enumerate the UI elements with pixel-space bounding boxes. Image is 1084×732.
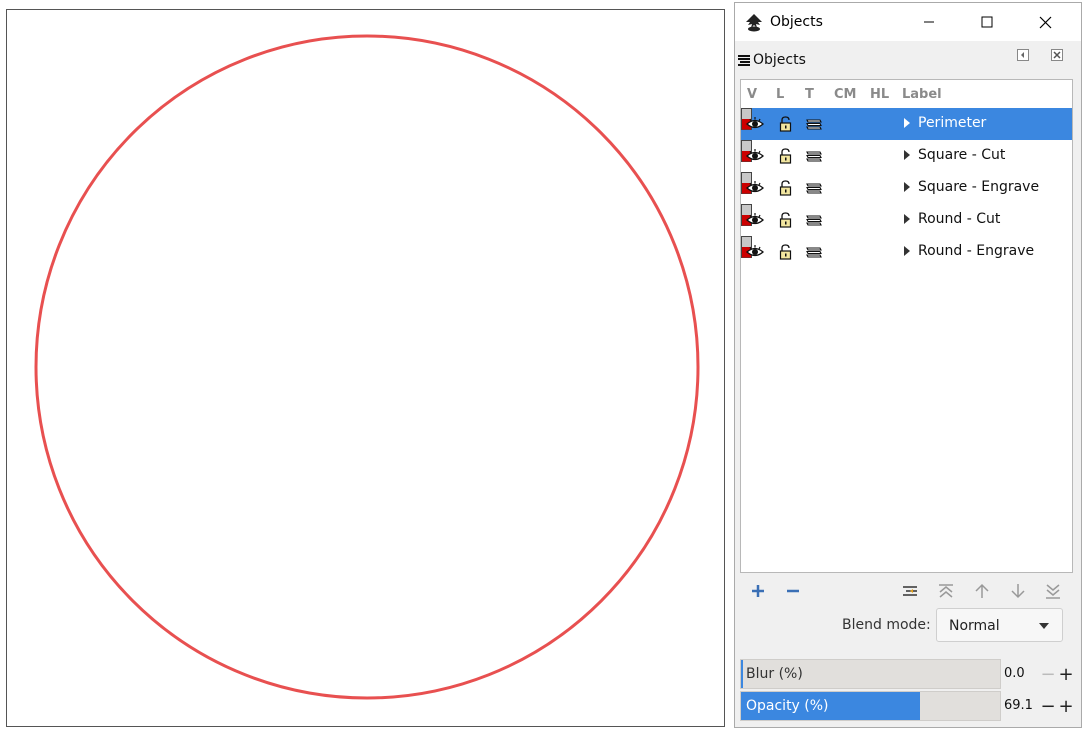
close-button[interactable] [1022, 3, 1068, 41]
blur-slider-fill [741, 660, 743, 688]
tree-row[interactable]: Round - Engrave [741, 236, 1072, 268]
remove-object-button[interactable] [782, 580, 804, 602]
maximize-icon [981, 16, 993, 28]
blend-mode-label: Blend mode: [842, 617, 931, 633]
column-visible[interactable]: V [747, 87, 757, 102]
eye-icon[interactable] [746, 180, 764, 196]
blur-row: Blur (%) 0.0 − + [740, 659, 1081, 689]
collapse-all-icon [903, 586, 917, 596]
row-label: Square - Cut [918, 147, 1006, 163]
detach-panel-icon[interactable] [1017, 49, 1029, 61]
opacity-label: Opacity (%) [746, 698, 829, 714]
window-title: Objects [770, 14, 823, 30]
add-layer-button[interactable] [747, 580, 769, 602]
unlocked-icon[interactable] [777, 148, 795, 164]
expand-arrow-icon[interactable] [903, 246, 911, 256]
panel-tab-label: Objects [753, 52, 806, 68]
eye-icon[interactable] [746, 148, 764, 164]
layer-icon [806, 215, 822, 226]
maximize-button[interactable] [964, 3, 1010, 41]
blend-mode-value: Normal [949, 618, 1000, 634]
raise-to-top-button[interactable] [935, 580, 957, 602]
row-label: Round - Cut [918, 211, 1001, 227]
lower-to-bottom-icon [1046, 584, 1060, 599]
blur-label: Blur (%) [746, 666, 803, 682]
drawing-svg[interactable] [7, 10, 726, 728]
lower-to-bottom-button[interactable] [1042, 580, 1064, 602]
plus-icon [752, 585, 764, 597]
blur-decrement-button[interactable]: − [1040, 663, 1056, 685]
tree-row[interactable]: Square - Engrave [741, 172, 1072, 204]
layer-icon [806, 151, 822, 162]
layer-icon [806, 247, 822, 258]
opacity-row: Opacity (%) 69.1 − + [740, 691, 1081, 721]
objects-tree[interactable]: V L T CM HL Label Perimeter Square - Cut S… [740, 79, 1073, 573]
perimeter-circle[interactable] [34, 34, 700, 700]
unlocked-icon[interactable] [777, 116, 795, 132]
objects-dialog: Objects Objects V L T CM HL Label Perime… [734, 2, 1082, 728]
column-type[interactable]: T [805, 87, 814, 102]
chevron-down-icon [1039, 623, 1049, 629]
blur-increment-button[interactable]: + [1058, 663, 1074, 685]
tree-row[interactable]: Round - Cut [741, 204, 1072, 236]
lower-button[interactable] [1007, 580, 1029, 602]
expand-arrow-icon[interactable] [903, 118, 911, 128]
minimize-button[interactable] [906, 3, 952, 41]
objects-toolbar [735, 577, 1081, 605]
tree-header: V L T CM HL Label [741, 80, 1072, 108]
expand-arrow-icon[interactable] [903, 182, 911, 192]
objects-icon [738, 55, 750, 66]
tree-row[interactable]: Perimeter [741, 108, 1072, 140]
panel-tab-objects[interactable]: Objects [735, 43, 1081, 77]
layer-icon [806, 119, 822, 130]
opacity-slider[interactable]: Opacity (%) [740, 691, 1001, 721]
unlocked-icon[interactable] [777, 180, 795, 196]
column-clip-mask[interactable]: CM [834, 87, 856, 102]
canvas-area[interactable] [0, 0, 734, 732]
inkscape-icon [746, 14, 762, 32]
eye-icon[interactable] [746, 116, 764, 132]
row-label: Round - Engrave [918, 243, 1035, 259]
eye-icon[interactable] [746, 212, 764, 228]
column-label[interactable]: Label [902, 87, 942, 102]
raise-icon [975, 583, 989, 598]
lower-icon [1011, 584, 1025, 599]
blend-mode-select[interactable]: Normal [936, 608, 1063, 642]
minus-icon [787, 589, 799, 593]
raise-to-top-icon [939, 584, 953, 598]
tree-row[interactable]: Square - Cut [741, 140, 1072, 172]
unlocked-icon[interactable] [777, 244, 795, 260]
expand-arrow-icon[interactable] [903, 150, 911, 160]
eye-icon[interactable] [746, 244, 764, 260]
blur-value[interactable]: 0.0 [1004, 666, 1025, 681]
column-highlight[interactable]: HL [870, 87, 889, 102]
raise-button[interactable] [971, 580, 993, 602]
opacity-increment-button[interactable]: + [1058, 695, 1074, 717]
expand-arrow-icon[interactable] [903, 214, 911, 224]
collapse-all-button[interactable] [899, 580, 921, 602]
opacity-value[interactable]: 69.1 [1004, 698, 1033, 713]
title-bar[interactable]: Objects [735, 3, 1081, 41]
unlocked-icon[interactable] [777, 212, 795, 228]
minimize-icon [924, 21, 934, 23]
row-label: Square - Engrave [918, 179, 1040, 195]
close-icon [1039, 16, 1051, 28]
row-label: Perimeter [918, 115, 987, 131]
column-locked[interactable]: L [776, 87, 784, 102]
blur-slider[interactable]: Blur (%) [740, 659, 1001, 689]
document-page[interactable] [6, 9, 725, 727]
close-panel-icon[interactable] [1051, 49, 1063, 61]
layer-icon [806, 183, 822, 194]
opacity-decrement-button[interactable]: − [1040, 695, 1056, 717]
